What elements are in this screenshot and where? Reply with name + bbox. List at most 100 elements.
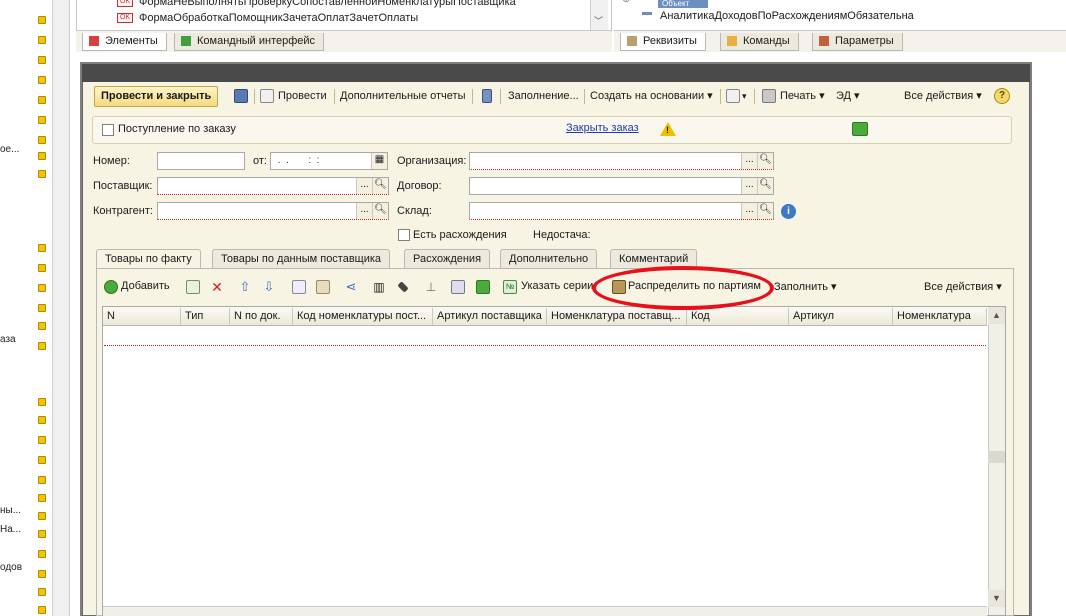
save-icon[interactable] [234, 89, 248, 103]
column-header[interactable]: Тип [181, 308, 230, 325]
organization-label: Организация: [397, 155, 467, 167]
post-and-close-button[interactable]: Провести и закрыть [94, 86, 219, 107]
column-header[interactable]: Номенклатура поставщ... [547, 308, 687, 325]
help-icon[interactable]: ? [994, 88, 1010, 104]
table-horizontal-scrollbar[interactable] [103, 606, 987, 616]
move-up-icon[interactable]: ⇧ [238, 280, 252, 294]
left-tree-text: ое... [0, 144, 20, 155]
discrepancy-checkbox[interactable] [398, 229, 410, 241]
new-row-placeholder[interactable] [104, 345, 986, 346]
supplier-field[interactable]: ... 🔍︎ [157, 177, 389, 195]
add-button[interactable]: Добавить [121, 280, 170, 292]
delete-icon[interactable]: ✕ [210, 280, 224, 294]
list-icon[interactable] [451, 280, 465, 294]
tab-discrepancies[interactable]: Расхождения [404, 249, 491, 268]
number-field[interactable] [157, 152, 245, 170]
tab-elements[interactable]: Элементы [82, 33, 167, 51]
barcode-icon[interactable]: ▥ [372, 280, 386, 294]
left-tree-scrollbar[interactable] [52, 0, 70, 616]
counterparty-field[interactable]: ... 🔍︎ [157, 202, 389, 220]
toolbar-separator [254, 89, 255, 104]
toolbar-separator [472, 89, 473, 104]
parameters-icon [819, 36, 829, 46]
tree-row[interactable]: OK ФормаОбработкаПомощникЗачетаОплатЗачет… [117, 12, 418, 24]
copy-icon[interactable] [292, 280, 306, 294]
print-button[interactable]: Печать ▾ [780, 87, 825, 106]
scroll-thumb[interactable] [988, 451, 1005, 463]
goods-table[interactable] [102, 306, 1006, 616]
upload-icon[interactable] [476, 280, 490, 294]
select-button[interactable]: ... [741, 178, 757, 194]
object-node[interactable]: Объект [658, 0, 708, 8]
stamp-icon[interactable]: ⊥ [424, 280, 438, 294]
tab-additional[interactable]: Дополнительно [500, 249, 598, 268]
folder-icon [38, 550, 46, 558]
column-header[interactable]: Артикул поставщика [433, 308, 547, 325]
chevron-down-icon[interactable]: ▾ [742, 87, 747, 106]
calendar-icon[interactable]: ▦ [371, 153, 387, 169]
date-field[interactable]: . . : : ▦ [270, 152, 388, 170]
tab-goods-actual[interactable]: Товары по факту [96, 249, 201, 269]
folder-icon [38, 76, 46, 84]
tab-command-interface[interactable]: Командный интерфейс [174, 33, 325, 51]
close-order-link[interactable]: Закрыть заказ [566, 122, 639, 134]
form-command-icon: OK [117, 0, 133, 8]
journal-icon[interactable] [482, 89, 492, 103]
folder-icon [38, 284, 46, 292]
column-header[interactable]: Артикул [789, 308, 893, 325]
search-icon[interactable]: 🔍︎ [372, 178, 388, 194]
chevron-down-icon[interactable]: ﹀ [594, 14, 603, 27]
column-header[interactable]: N по док. [230, 308, 293, 325]
scroll-down-icon[interactable]: ▼ [988, 590, 1005, 607]
search-icon[interactable]: 🔍︎ [757, 203, 773, 219]
shortage-label: Недостача: [533, 229, 591, 241]
scroll-up-icon[interactable]: ▲ [988, 307, 1005, 324]
search-icon[interactable]: 🔍︎ [757, 153, 773, 169]
post-button[interactable]: Провести [278, 87, 327, 106]
copy-row-icon[interactable] [186, 280, 200, 294]
table-all-actions-button[interactable]: Все действия ▾ [924, 280, 1002, 293]
folder-icon [38, 152, 46, 160]
column-header[interactable]: Номенклатура [893, 308, 987, 325]
all-actions-button[interactable]: Все действия ▾ [904, 87, 982, 106]
share-icon[interactable]: ⋖ [344, 280, 358, 294]
specify-series-button[interactable]: Указать серии [521, 280, 595, 292]
select-button[interactable]: ... [356, 203, 372, 219]
folder-icon [38, 16, 46, 24]
folder-icon [38, 342, 46, 350]
select-button[interactable]: ... [356, 178, 372, 194]
tree-scrollbar[interactable]: ﹀ [590, 0, 608, 30]
document-flow-icon[interactable] [726, 89, 740, 103]
column-header[interactable]: Код [687, 308, 789, 325]
search-icon[interactable]: 🔍︎ [757, 178, 773, 194]
organization-field[interactable]: ... 🔍︎ [469, 152, 774, 170]
fill-table-button[interactable]: Заполнить ▾ [774, 280, 837, 293]
extra-reports-button[interactable]: Дополнительные отчеты [340, 87, 465, 106]
select-button[interactable]: ... [741, 203, 757, 219]
column-header[interactable]: N [103, 308, 181, 325]
tree-row[interactable]: OK ФормаНеВыполнятьПроверкуСопоставленной… [117, 0, 516, 8]
tab-attributes[interactable]: Реквизиты [620, 33, 706, 51]
info-icon[interactable]: i [781, 204, 796, 219]
order-checkbox[interactable] [102, 124, 114, 136]
window-title-bar[interactable] [82, 64, 1030, 82]
tab-commands[interactable]: Команды [720, 33, 799, 51]
tree-row[interactable]: АналитикаДоходовПоРасхождениямОбязательн… [660, 10, 914, 22]
green-arrow-icon[interactable] [852, 122, 868, 136]
tab-goods-supplier[interactable]: Товары по данным поставщика [212, 249, 391, 268]
select-button[interactable]: ... [741, 153, 757, 169]
expand-icon[interactable]: ⊕ [622, 0, 630, 5]
column-header[interactable]: Код номенклатуры пост... [293, 308, 433, 325]
create-based-on-button[interactable]: Создать на основании ▾ [590, 87, 713, 106]
contract-field[interactable]: ... 🔍︎ [469, 177, 774, 195]
toolbar-separator [500, 89, 501, 104]
paste-icon[interactable] [316, 280, 330, 294]
tab-parameters[interactable]: Параметры [812, 33, 903, 51]
contract-label: Договор: [397, 180, 442, 192]
move-down-icon[interactable]: ⇩ [262, 280, 276, 294]
highlight-annotation [592, 266, 774, 310]
ed-button[interactable]: ЭД ▾ [836, 87, 860, 106]
warehouse-field[interactable]: ... 🔍︎ [469, 202, 774, 220]
fill-button[interactable]: Заполнение... [508, 87, 579, 106]
search-icon[interactable]: 🔍︎ [372, 203, 388, 219]
